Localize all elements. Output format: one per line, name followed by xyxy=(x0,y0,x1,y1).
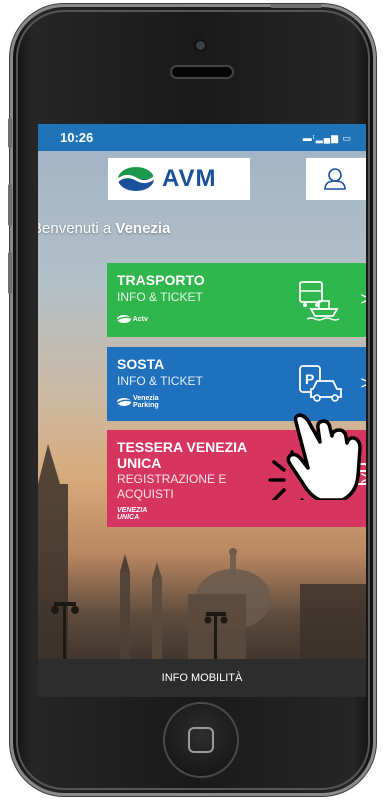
chevron-right-icon: > xyxy=(360,289,366,309)
front-camera-icon xyxy=(196,41,205,50)
parking-mark-icon xyxy=(116,398,132,406)
info-mobilita-tab[interactable]: INFO MOBILITÀ xyxy=(38,659,366,697)
actv-brand-logo: Actv xyxy=(116,315,148,323)
status-bar: 10:26 ▬ᵗ▂▄▆ ▭ xyxy=(38,124,366,151)
welcome-prefix: Benvenuti a xyxy=(38,220,116,237)
card-subtitle: INFO & TICKET xyxy=(117,290,203,304)
trasporto-card[interactable]: TRASPORTO INFO & TICKET Actv > xyxy=(107,263,366,337)
card-subtitle-line1: REGISTRAZIONE E xyxy=(117,472,227,486)
phone-volume-up-button xyxy=(8,184,12,226)
avm-wave-logo-icon xyxy=(116,167,156,191)
welcome-city: Venezia xyxy=(115,220,171,237)
card-title: SOSTA xyxy=(117,356,165,372)
card-subtitle: INFO & TICKET xyxy=(117,374,203,388)
avm-logo: AVM xyxy=(108,158,250,200)
earpiece-speaker xyxy=(172,67,232,77)
card-subtitle-line2: ACQUISTI xyxy=(117,487,174,501)
actv-brand-text: Actv xyxy=(132,315,148,323)
avm-logo-text: AVM xyxy=(162,165,217,192)
venezia-parking-text: Venezia Parking xyxy=(132,395,159,409)
home-button[interactable] xyxy=(165,704,237,776)
phone-power-button xyxy=(270,4,322,8)
status-time: 10:26 xyxy=(60,130,94,145)
user-profile-button[interactable] xyxy=(306,158,366,200)
phone-volume-down-button xyxy=(8,252,12,294)
user-icon xyxy=(324,168,346,190)
venezia-unica-brand-logo: VENEZIA UNICA xyxy=(117,507,148,521)
bus-boat-icon xyxy=(299,281,340,321)
phone-mute-switch xyxy=(8,118,12,148)
venezia-parking-brand-logo: Venezia Parking xyxy=(116,395,163,409)
card-title-line2: UNICA xyxy=(117,455,162,471)
home-square-icon xyxy=(188,727,214,753)
status-indicators: ▬ᵗ▂▄▆ ▭ xyxy=(302,133,352,143)
card-title: TRASPORTO xyxy=(117,272,205,288)
actv-mark-icon xyxy=(116,315,132,323)
tap-hand-icon xyxy=(268,413,362,500)
welcome-text: Benvenuti a Venezia xyxy=(38,220,170,237)
card-title-line1: TESSERA VENEZIA xyxy=(117,439,248,455)
